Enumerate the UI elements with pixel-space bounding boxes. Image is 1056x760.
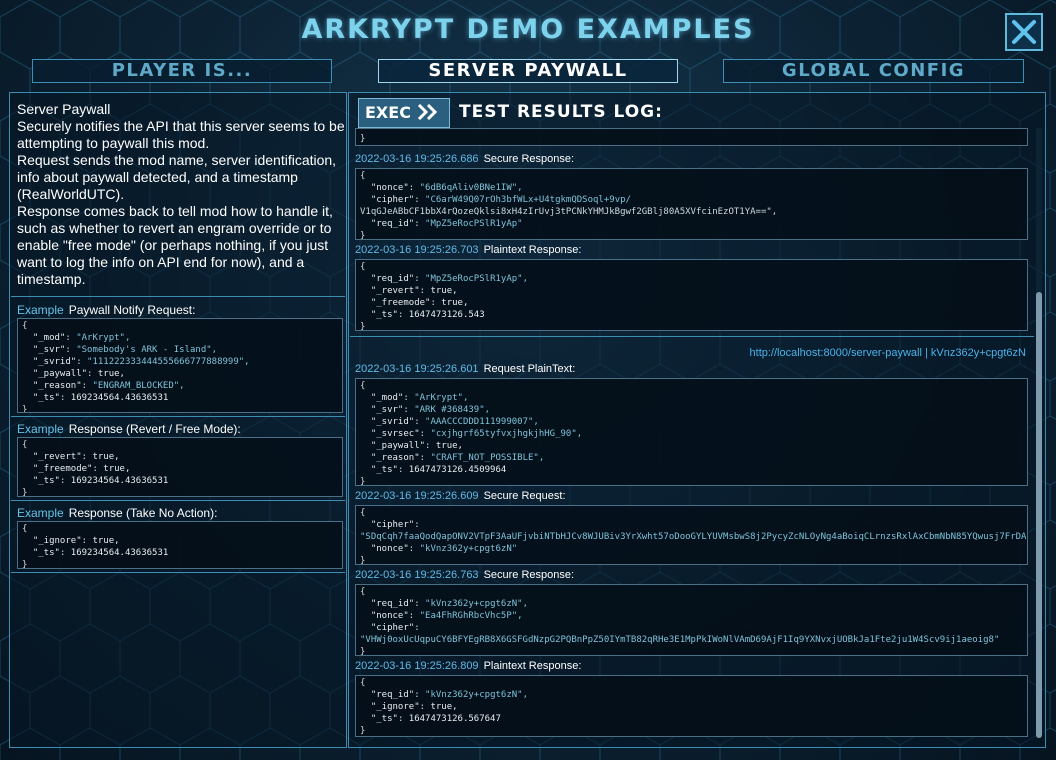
code-line: "cipher": "C6arW49Q07rOh3bfWLx+U4tgkmQDS… bbox=[370, 195, 631, 205]
log-code-block: { "req_id": "MpZ5eRocPSlR1yAp", "_revert… bbox=[355, 259, 1028, 331]
log-entry-header: 2022-03-16 19:25:26.686 Secure Response: bbox=[355, 153, 575, 165]
close-icon bbox=[1012, 20, 1036, 44]
log-code-block: { "nonce": "6dB6qAliv0BNe1IW", "cipher":… bbox=[355, 168, 1028, 240]
tab-global-config[interactable]: GLOBAL CONFIG bbox=[723, 59, 1024, 83]
code-line: { bbox=[360, 678, 366, 688]
code-line: "_svr": "Somebody's ARK - Island", bbox=[32, 345, 218, 355]
code-line: } bbox=[360, 726, 366, 736]
close-button[interactable] bbox=[1005, 13, 1043, 51]
description-para-2: Request sends the mod name, server ident… bbox=[17, 152, 337, 202]
code-line: "cipher": bbox=[370, 520, 420, 530]
code-line: "_ignore": true, bbox=[32, 536, 120, 546]
divider bbox=[350, 336, 1034, 337]
log-entry-header: 2022-03-16 19:25:26.763 Secure Response: bbox=[355, 569, 575, 581]
window-title: ARKRYPT DEMO EXAMPLES bbox=[301, 14, 755, 45]
code-line: "_mod": "ArKrypt", bbox=[370, 393, 469, 403]
example-label: Example Response (Take No Action): bbox=[17, 506, 218, 520]
code-line: } bbox=[22, 560, 28, 569]
code-line: } bbox=[360, 322, 366, 331]
code-line: "_ignore": true, bbox=[370, 702, 458, 712]
tab-player-is[interactable]: PLAYER IS... bbox=[32, 59, 332, 83]
code-line: { bbox=[22, 321, 28, 331]
log-entry-header: 2022-03-16 19:25:26.601 Request PlainText… bbox=[355, 363, 576, 375]
code-line: "nonce": "6dB6qAliv0BNe1IW", bbox=[370, 183, 523, 193]
code-line: "_reason": "CRAFT_NOT_POSSIBLE", bbox=[370, 453, 545, 463]
log-entry-header: 2022-03-16 19:25:26.609 Secure Request: bbox=[355, 490, 566, 502]
code-line: } bbox=[22, 405, 28, 413]
title-bar: ARKRYPT DEMO EXAMPLES bbox=[0, 0, 1056, 62]
code-line: { bbox=[360, 262, 366, 272]
code-line: } bbox=[360, 231, 366, 240]
log-code-block: { "cipher": "SDqCqh7faaQodQapONV2VTpF3AaU… bbox=[355, 505, 1028, 565]
code-line: "_mod": "ArKrypt", bbox=[32, 333, 131, 343]
code-line: "_ts": 1647473126.4509964 bbox=[370, 465, 507, 475]
description-para-3: Response comes back to tell mod how to h… bbox=[17, 203, 333, 287]
double-chevron-right-icon bbox=[417, 103, 437, 121]
divider bbox=[11, 500, 345, 501]
tab-server-paywall[interactable]: SERVER PAYWALL bbox=[378, 59, 678, 83]
example-label: Example Response (Revert / Free Mode): bbox=[17, 422, 241, 436]
code-line: "_ts": 1647473126.543 bbox=[370, 310, 485, 320]
log-entry-header: 2022-03-16 19:25:26.703 Plaintext Respons… bbox=[355, 244, 582, 256]
code-line: "req_id": "MpZ5eRocPSlR1yAp" bbox=[370, 219, 523, 229]
log-code-block: { "req_id": "kVnz362y+cpgt6zN", "_ignore… bbox=[355, 675, 1028, 737]
example-label: Example Paywall Notify Request: bbox=[17, 303, 196, 317]
code-line: "_ts": 1647473126.567647 bbox=[370, 714, 501, 724]
code-block: { "_ignore": true, "_ts": 169234564.4363… bbox=[17, 521, 343, 569]
code-line: } bbox=[360, 556, 366, 565]
code-line: { bbox=[360, 171, 366, 181]
log-entry-header: 2022-03-16 19:25:26.809 Plaintext Respons… bbox=[355, 660, 582, 672]
code-block: { "_mod": "ArKrypt", "_svr": "Somebody's… bbox=[17, 318, 343, 413]
code-line: "_svrid": "AAACCCDDD111999007", bbox=[370, 417, 539, 427]
divider bbox=[11, 296, 345, 297]
divider bbox=[11, 572, 345, 573]
code-line: "_paywall": true, bbox=[32, 369, 125, 379]
code-line: } bbox=[360, 647, 366, 656]
code-line: { bbox=[360, 587, 366, 597]
log-code-block: { "req_id": "kVnz362y+cpgt6zN", "nonce":… bbox=[355, 584, 1028, 656]
code-line: "_paywall": true, bbox=[370, 441, 463, 451]
code-line: "req_id": "MpZ5eRocPSlR1yAp", bbox=[370, 274, 528, 284]
code-line: "_ts": 169234564.43636531 bbox=[32, 548, 169, 558]
code-line: V1qGJeABbCF1bbX4rQozeQklsi8xH4zIrUvj3tPC… bbox=[360, 207, 778, 217]
code-line: "_freemode": true, bbox=[32, 464, 131, 474]
log-code-block: } bbox=[355, 128, 1028, 146]
code-line: } bbox=[360, 134, 366, 144]
code-line: "_svrsec": "cxjhgrf65tyfvxjhgkjhHG_90", bbox=[370, 429, 583, 439]
code-line: "_revert": true, bbox=[370, 286, 458, 296]
code-line: "nonce": "Ea4FhRGhRbcVhc5P", bbox=[370, 611, 523, 621]
code-line: "_ts": 169234564.43636531 bbox=[32, 476, 169, 486]
code-line: "_reason": "ENGRAM_BLOCKED", bbox=[32, 381, 185, 391]
code-line: { bbox=[22, 524, 28, 534]
code-line: "_svrid": "111222333444555666777888999", bbox=[32, 357, 250, 367]
code-line: "nonce": "kVnz362y+cpgt6zN" bbox=[370, 544, 518, 554]
code-line: } bbox=[360, 477, 366, 486]
code-line: { bbox=[360, 508, 366, 518]
code-line: { bbox=[360, 381, 366, 391]
code-line: "cipher": bbox=[370, 623, 420, 633]
code-line: "req_id": "kVnz362y+cpgt6zN", bbox=[370, 599, 528, 609]
request-url: http://localhost:8000/server-paywall | k… bbox=[749, 347, 1026, 359]
code-line: "VHWj0oxUcUqpuCY6BFYEgRB8X6GSFGdNzpG2PQB… bbox=[360, 635, 1000, 645]
divider bbox=[11, 416, 345, 417]
description-heading: Server Paywall bbox=[17, 101, 111, 117]
code-line: { bbox=[22, 440, 28, 450]
log-code-block: { "_mod": "ArKrypt", "_svr": "ARK #36843… bbox=[355, 378, 1028, 486]
code-line: } bbox=[22, 488, 28, 497]
code-line: "_svr": "ARK #368439", bbox=[370, 405, 491, 415]
code-line: "req_id": "kVnz362y+cpgt6zN", bbox=[370, 690, 528, 700]
code-line: "_revert": true, bbox=[32, 452, 120, 462]
exec-button[interactable]: EXEC bbox=[358, 98, 450, 128]
description-text: Server Paywall Securely notifies the API… bbox=[17, 101, 345, 288]
code-line: "_freemode": true, bbox=[370, 298, 469, 308]
scrollbar-thumb[interactable] bbox=[1036, 292, 1042, 738]
code-line: "_ts": 169234564.43636531 bbox=[32, 393, 169, 403]
code-line: "SDqCqh7faaQodQapONV2VTpF3AaUFjvbiNTbHJC… bbox=[360, 532, 1028, 542]
results-log-title: TEST RESULTS LOG: bbox=[459, 102, 663, 122]
code-block: { "_revert": true, "_freemode": true, "_… bbox=[17, 437, 343, 497]
description-para-1: Securely notifies the API that this serv… bbox=[17, 118, 345, 151]
